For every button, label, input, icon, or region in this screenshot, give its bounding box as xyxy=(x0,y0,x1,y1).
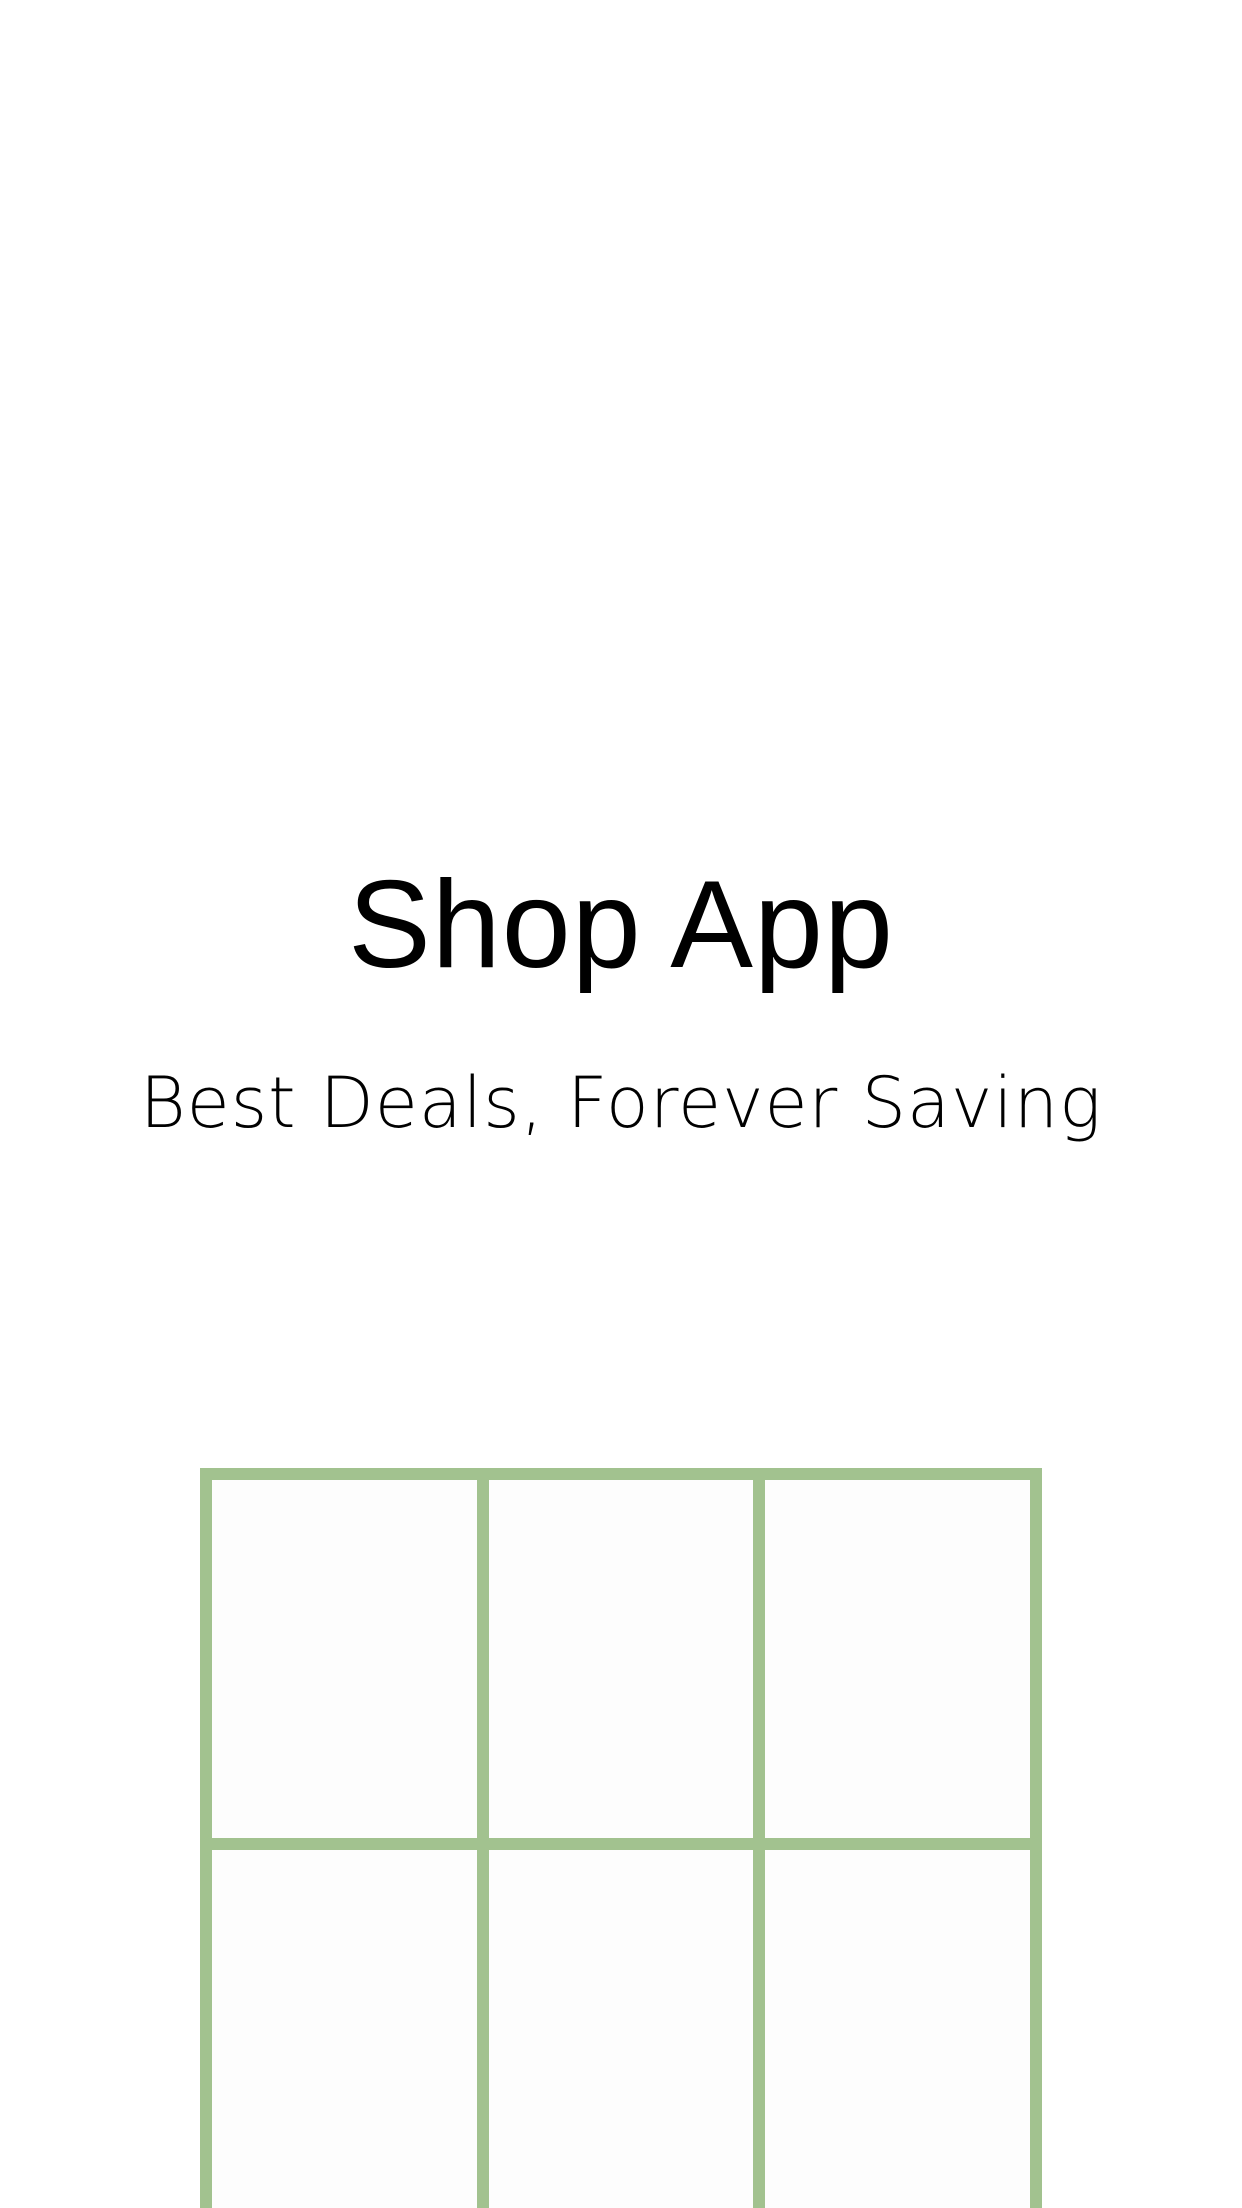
grid-cell xyxy=(488,1850,754,2208)
grid-cell xyxy=(488,1480,754,1838)
grid-cell xyxy=(765,1850,1030,2208)
grid-cell xyxy=(212,1850,477,2208)
splash-screen: Shop App Best Deals, Forever Saving xyxy=(0,0,1242,2208)
app-title: Shop App xyxy=(348,856,894,994)
app-tagline: Best Deals, Forever Saving xyxy=(139,1062,1103,1144)
grid-cell xyxy=(765,1480,1030,1838)
product-grid xyxy=(200,1468,1042,2208)
grid-cell xyxy=(212,1480,477,1838)
